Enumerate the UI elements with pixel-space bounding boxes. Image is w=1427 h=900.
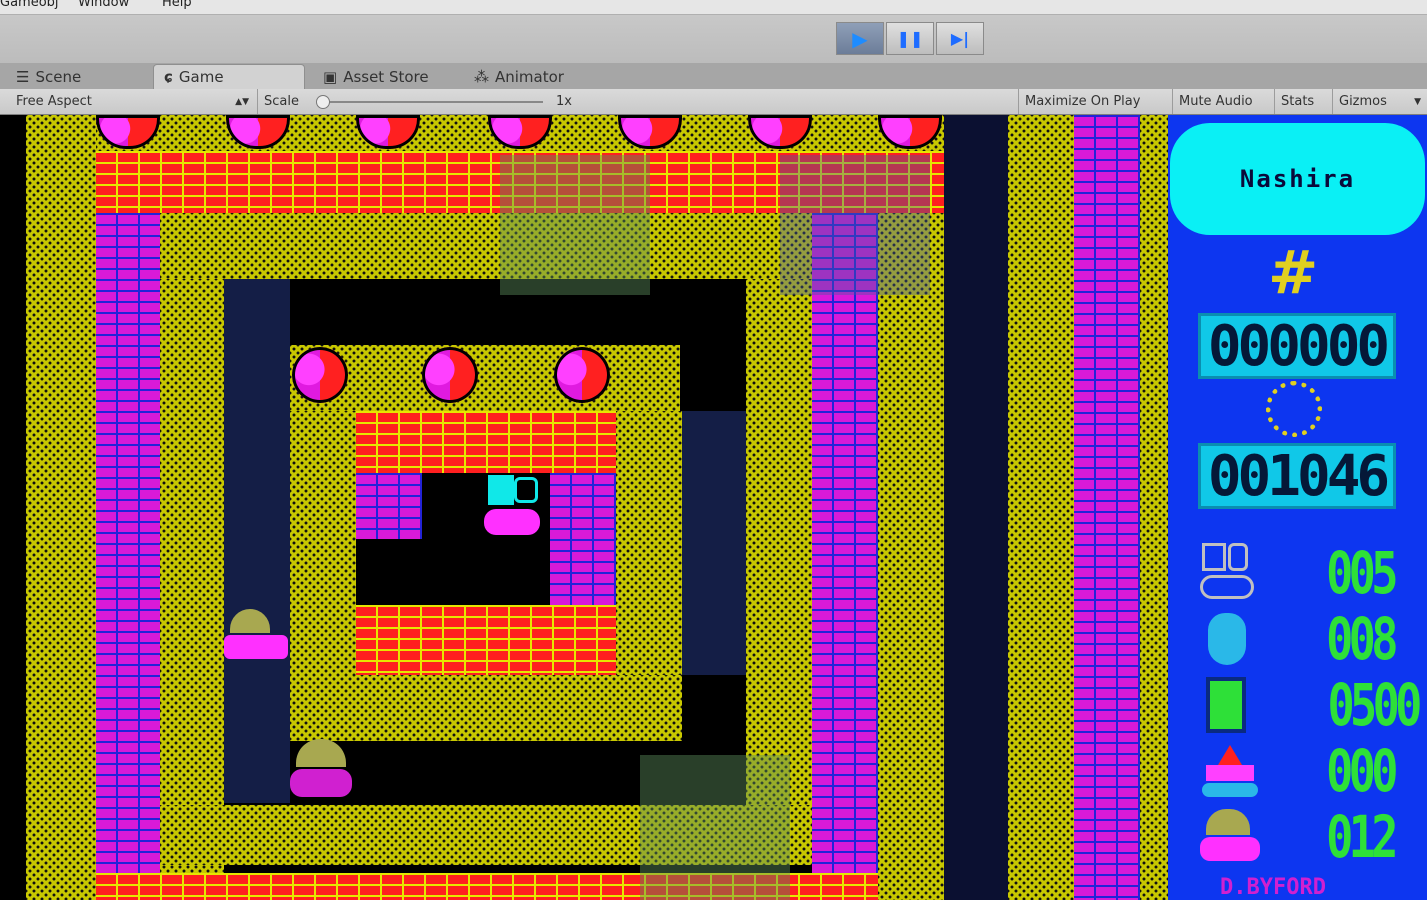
- enemy-tank: [224, 603, 288, 669]
- step-icon: ▶|: [950, 29, 970, 48]
- list-icon: ☰: [16, 67, 30, 86]
- enemy-dome: [290, 735, 354, 801]
- stats-label: Stats: [1281, 94, 1315, 109]
- pause-icon: ❚❚: [896, 29, 924, 48]
- wall-far-right-magenta: [1074, 115, 1140, 900]
- stats-toggle[interactable]: Stats: [1274, 89, 1330, 114]
- gizmos-dropdown[interactable]: Gizmos ▼: [1332, 89, 1427, 114]
- menu-item-window[interactable]: Window: [78, 0, 129, 10]
- menu-bar: Gameobj Window Help: [0, 0, 1427, 15]
- aspect-label: Free Aspect: [16, 94, 92, 109]
- mute-audio-toggle[interactable]: Mute Audio: [1172, 89, 1272, 114]
- energy-value: 0500: [1327, 671, 1423, 739]
- wall-core-right-brick: [550, 473, 616, 605]
- tab-label: Scene: [35, 67, 82, 86]
- dropdown-arrow-icon: ▲▼: [235, 96, 249, 107]
- timer-counter: 001046: [1198, 443, 1396, 509]
- flower-block: [554, 347, 610, 403]
- rocket-icon: [1200, 745, 1260, 797]
- animator-icon: ⁂: [474, 67, 489, 86]
- play-button[interactable]: ▶: [836, 22, 884, 55]
- menu-item-help[interactable]: Help: [162, 0, 192, 10]
- battery-icon: [1206, 677, 1246, 733]
- maximize-label: Maximize On Play: [1025, 94, 1141, 109]
- tank-icon: [1200, 809, 1260, 865]
- wall-far-right-yellow: [1008, 115, 1074, 900]
- grenades-row: 008: [1192, 609, 1422, 669]
- tab-label: Animator: [495, 67, 564, 86]
- flower-block: [422, 347, 478, 403]
- wall-magenta-left: [96, 213, 160, 873]
- scale-value: 1x: [556, 94, 572, 109]
- light-overlay: [944, 115, 1008, 900]
- energy-row: 0500: [1192, 671, 1423, 739]
- author-credit: D.BYFORD: [1220, 875, 1326, 900]
- wall-core-bottom-brick: [356, 605, 616, 675]
- rockets-value: 000: [1326, 737, 1398, 805]
- wall-inner-bottom: [290, 675, 682, 741]
- tab-asset-store[interactable]: ▣ Asset Store: [313, 64, 439, 89]
- score-counter: 000000: [1198, 313, 1396, 379]
- player-tank[interactable]: [484, 475, 548, 541]
- maximize-on-play-toggle[interactable]: Maximize On Play: [1018, 89, 1170, 114]
- flower-block: [292, 347, 348, 403]
- lives-row: 005: [1192, 543, 1422, 603]
- store-icon: ▣: [323, 67, 338, 86]
- scale-slider[interactable]: [316, 95, 543, 109]
- gizmos-label: Gizmos: [1339, 94, 1387, 109]
- scale-label: Scale: [264, 94, 299, 109]
- menu-item-gameobject[interactable]: Gameobj: [0, 0, 59, 10]
- aspect-dropdown[interactable]: Free Aspect ▲▼: [10, 89, 255, 114]
- light-overlay: [682, 411, 746, 675]
- grenades-value: 008: [1326, 605, 1398, 673]
- wall-yellow-inner-left: [160, 279, 224, 879]
- play-icon: ▶: [852, 26, 868, 51]
- light-overlay: [780, 155, 930, 295]
- robot-icon: [1200, 543, 1258, 603]
- mute-label: Mute Audio: [1179, 94, 1253, 109]
- level-title: Nashira: [1170, 123, 1425, 235]
- wall-yellow-right: [878, 213, 944, 900]
- grenade-icon: [1208, 613, 1246, 665]
- wall-core-left-brick: [356, 473, 422, 539]
- enemies-value: 012: [1326, 803, 1398, 871]
- tab-label: Asset Store: [343, 67, 429, 86]
- wall-outer-left: [26, 115, 96, 900]
- scale-slider-handle[interactable]: [316, 95, 330, 109]
- wall-hud-edge-yellow: [1140, 115, 1168, 900]
- tab-game[interactable]: ɕ Game: [153, 64, 305, 89]
- scale-control: Scale 1x: [257, 89, 587, 114]
- light-overlay: [224, 279, 290, 803]
- wall-magenta-right: [812, 213, 878, 873]
- hud-panel: Nashira # 000000 001046 005 008 0500 000…: [1168, 115, 1427, 900]
- dropdown-arrow-icon: ▼: [1414, 96, 1421, 107]
- lives-value: 005: [1326, 539, 1398, 607]
- toolbar: [0, 15, 1427, 63]
- wall-inner-top: [290, 345, 680, 411]
- wall-core-top-brick: [356, 411, 616, 473]
- light-overlay: [640, 755, 790, 900]
- tab-scene[interactable]: ☰ Scene: [6, 64, 91, 89]
- hash-icon: #: [1268, 238, 1319, 308]
- tab-label: Game: [178, 68, 224, 86]
- pause-button[interactable]: ❚❚: [886, 22, 934, 55]
- light-overlay: [500, 155, 650, 295]
- tab-animator[interactable]: ⁂ Animator: [464, 64, 574, 89]
- enemies-row: 012: [1192, 807, 1422, 867]
- rockets-row: 000: [1192, 741, 1422, 801]
- step-button[interactable]: ▶|: [936, 22, 984, 55]
- clock-icon: [1266, 381, 1322, 437]
- pacman-icon: ɕ: [164, 68, 173, 86]
